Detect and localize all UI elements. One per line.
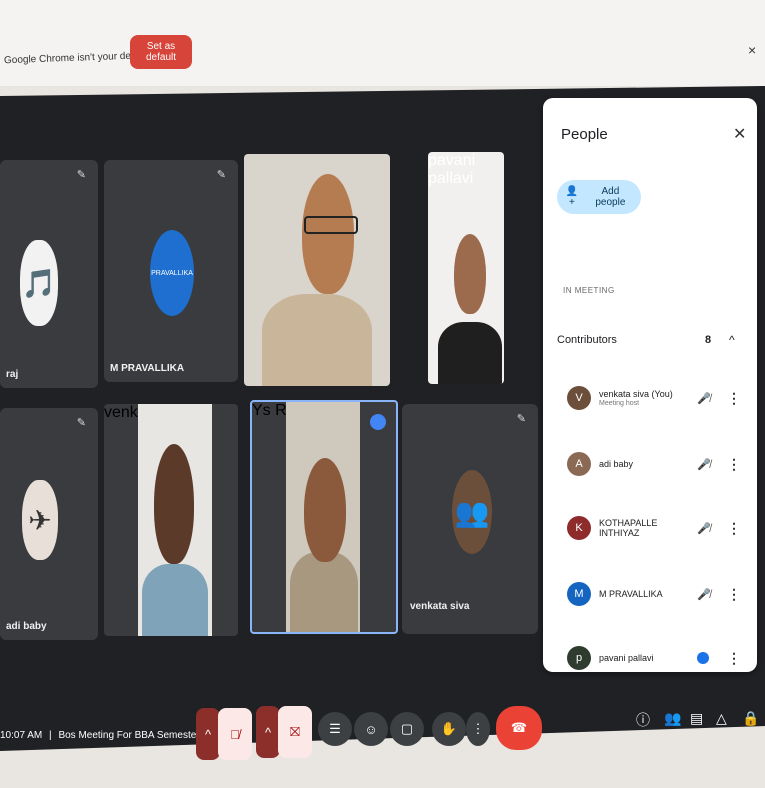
participant-tile-adi-baby[interactable]: ✎ ✈ adi baby [0,408,98,640]
participant-tile-venkata-siva[interactable]: venkata siva [104,404,238,636]
captions-button[interactable]: ☰ [318,712,352,746]
mic-off-icon: 🎤̸ [697,458,711,471]
chat-icon[interactable]: ▤ [690,710,703,727]
people-icon[interactable]: 👥 [664,710,681,727]
avatar: 👥 [452,470,492,554]
host-controls-icon[interactable]: 🔒 [742,710,759,727]
participant-name: venkata siva (You) [599,389,673,399]
avatar: PRAVALLIKA [150,230,194,316]
participant-name: pavani pallavi [599,653,654,663]
camera-toggle-button[interactable]: ⛝ [278,706,312,758]
video-face [454,234,486,314]
more-options-button[interactable]: ⋮ [466,712,490,746]
avatar: ✈ [22,480,58,560]
set-as-default-button[interactable]: Set as default [130,35,192,69]
panel-title: People [561,126,608,143]
more-options-icon[interactable]: ⋮ [727,390,741,407]
list-item[interactable]: K KOTHAPALLE INTHIYAZ 🎤̸ ⋮ [567,508,747,548]
participant-name: adi baby [6,621,47,632]
video-body [142,564,208,636]
video-body [262,294,372,386]
avatar: A [567,452,591,476]
more-options-icon[interactable]: ⋮ [727,650,741,667]
mic-off-icon: 🎤̸ [697,588,711,601]
meeting-time: 10:07 AM [0,730,43,741]
more-options-icon[interactable]: ⋮ [727,520,741,537]
participant-name: M PRAVALLIKA [599,589,663,599]
avatar: p [567,646,591,670]
screen-bezel [0,760,765,788]
participant-tile-m-pravallika[interactable]: ✎ PRAVALLIKA M PRAVALLIKA [104,160,238,382]
add-people-label: Add people [595,186,626,208]
browser-infobar: Google Chrome isn't your default browser… [0,0,765,86]
more-options-icon[interactable]: ⋮ [727,456,741,473]
avatar: V [567,386,591,410]
meeting-title: Bos Meeting For BBA Semester-II [58,730,209,741]
list-item[interactable]: M M PRAVALLIKA 🎤̸ ⋮ [567,574,747,614]
present-button[interactable]: ▢ [390,712,424,746]
video-options-button[interactable]: ^ [256,706,280,758]
avatar: M [567,582,591,606]
group-label: Contributors [557,334,617,346]
speaking-indicator-icon [370,414,386,430]
participant-name: venkata siva [410,601,470,612]
list-item[interactable]: p pavani pallavi ⋮ [567,638,747,678]
add-people-button[interactable]: 👤+ Add people [557,180,641,214]
close-icon[interactable]: ✕ [733,124,746,144]
video-face [304,458,346,562]
participant-name: adi baby [599,459,634,469]
participant-name: KOTHAPALLE INTHIYAZ [599,518,658,538]
audio-options-button[interactable]: ^ [196,708,220,760]
mic-off-icon: ✎ [216,169,226,181]
list-item[interactable]: V venkata siva (You) Meeting host 🎤̸ ⋮ [567,378,747,418]
close-icon[interactable]: × [748,42,756,58]
group-count: 8 [705,334,712,346]
avatar-text: PRAVALLIKA [151,269,193,277]
mic-off-icon: ✎ [76,417,86,429]
emoji-button[interactable]: ☺ [354,712,388,746]
participant-tile-venkata-siva-2[interactable]: ✎ 👥 venkata siva [402,404,538,634]
participant-name: pavani pallavi [428,152,476,187]
avatar: K [567,516,591,540]
meeting-info: 10:07 AM | Bos Meeting For BBA Semester-… [0,730,209,741]
section-label: IN MEETING [563,286,615,295]
video-body [438,322,502,384]
leave-call-button[interactable]: ☎ [496,706,542,750]
video-face [302,174,354,294]
more-options-icon[interactable]: ⋮ [727,586,741,603]
video-frame [286,402,360,632]
video-frame [138,404,212,636]
info-icon[interactable]: ⓘ [636,710,650,730]
mic-off-icon: ✎ [516,413,526,425]
chevron-up-icon[interactable]: ^ [729,333,735,347]
add-person-icon: 👤+ [565,186,579,208]
participant-tile-raj[interactable]: ✎ 🎵 raj [0,160,98,388]
participant-tile-pavani-pallavi[interactable]: pavani pallavi [428,152,504,384]
participant-tile-ys-ravi[interactable]: Ys Ravi [250,400,398,634]
mic-off-icon: ✎ [76,169,86,181]
mic-toggle-button[interactable]: 🎙̸ [218,708,252,760]
contributors-group-header[interactable]: Contributors 8 ^ [557,320,747,360]
avatar: 🎵 [20,240,58,326]
participant-name: raj [6,369,19,380]
participant-name: M PRAVALLIKA [110,363,185,374]
participant-video-tile[interactable] [244,154,390,386]
separator: | [49,730,52,741]
glasses [304,216,358,234]
video-face [154,444,194,564]
participant-role: Meeting host [599,400,640,407]
speaking-icon [697,652,709,664]
video-body [290,552,358,632]
activities-icon[interactable]: △ [716,710,727,727]
raise-hand-button[interactable]: ✋ [432,712,466,746]
list-item[interactable]: A adi baby 🎤̸ ⋮ [567,444,747,484]
mic-off-icon: 🎤̸ [697,522,711,535]
mic-off-icon: 🎤̸ [697,392,711,405]
people-panel: People ✕ 👤+ Add people IN MEETING Contri… [543,98,757,672]
